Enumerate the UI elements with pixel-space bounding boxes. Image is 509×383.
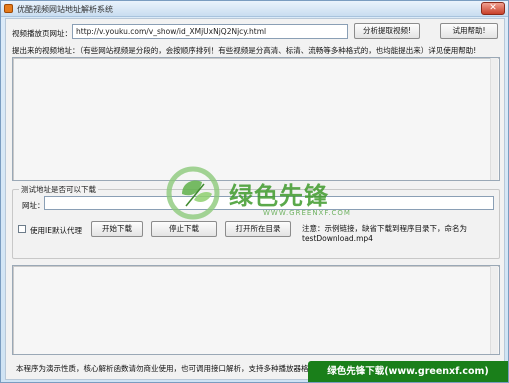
- video-url-input[interactable]: http://v.youku.com/v_show/id_XMjUxNjQ2Nj…: [72, 24, 348, 39]
- start-download-button[interactable]: 开始下载: [91, 221, 143, 237]
- group-title: 测试地址是否可以下载: [19, 184, 98, 195]
- result-scrollbar[interactable]: [490, 58, 498, 180]
- open-folder-button[interactable]: 打开所在目录: [225, 221, 291, 237]
- watermark-title: 绿色先锋: [229, 182, 329, 210]
- proxy-checkbox[interactable]: [18, 225, 26, 233]
- watermark-leaf-icon: [166, 166, 220, 220]
- log-scrollbar[interactable]: [490, 266, 498, 354]
- log-textarea[interactable]: [12, 265, 500, 355]
- main-window: 优酷视频网站地址解析系统 ✕ 视频播放页网址： http://v.youku.c…: [0, 0, 509, 383]
- url-label: 视频播放页网址：: [12, 29, 72, 38]
- close-button[interactable]: ✕: [481, 2, 505, 15]
- result-textarea[interactable]: [12, 57, 500, 181]
- footer-text: 本程序为演示性质，核心解析函数请勿商业使用，也可调用接口解析，支持多种播放器格式…: [16, 364, 316, 373]
- help-button[interactable]: 试用帮助!: [440, 23, 498, 39]
- stop-download-button[interactable]: 停止下载: [151, 221, 217, 237]
- download-note: 注意：示例链接，缺省下载到程序目录下，命名为 testDownload.mp4: [302, 224, 467, 243]
- watermark-banner: 绿色先锋下载(www.greenxf.com): [308, 361, 508, 382]
- parse-button[interactable]: 分析提取视频!: [354, 23, 420, 39]
- result-label: 提出来的视频地址：（有些网站视频是分段的，会按顺序排列！有些视频是分高清、标清、…: [12, 46, 477, 55]
- title-bar[interactable]: 优酷视频网站地址解析系统 ✕: [1, 1, 508, 17]
- proxy-checkbox-label: 使用IE默认代理: [30, 226, 82, 235]
- watermark-url: WWW.GREENXF.COM: [263, 209, 351, 217]
- test-url-label: 网址：: [22, 201, 45, 210]
- app-icon: [4, 4, 13, 13]
- window-title: 优酷视频网站地址解析系统: [17, 5, 113, 14]
